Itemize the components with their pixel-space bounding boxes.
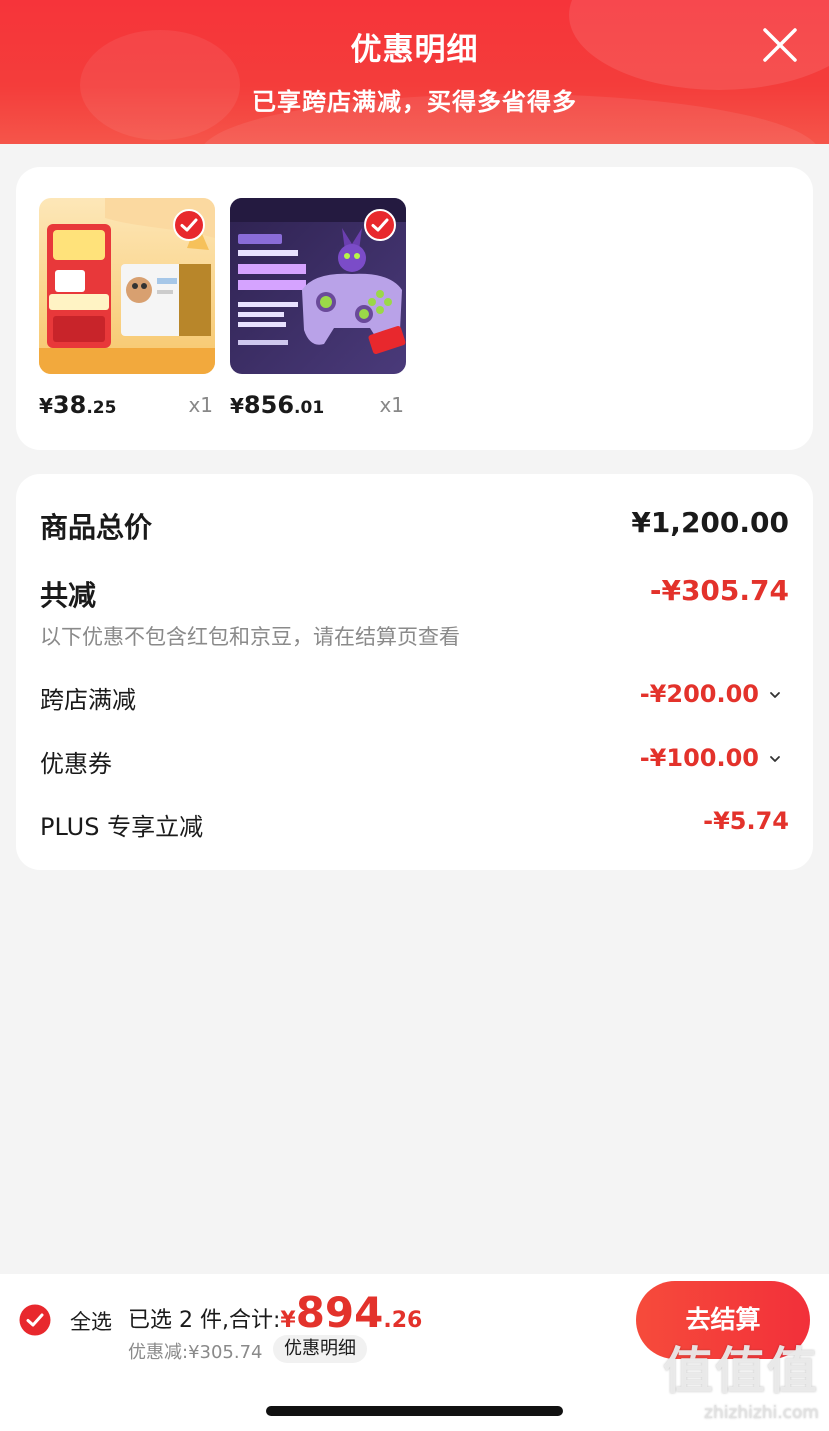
discount-value: -¥200.00 (639, 680, 759, 708)
price-symbol: ¥ (39, 394, 53, 418)
watermark-url: zhizhizhi.com (704, 1403, 819, 1423)
goods-total-value: ¥1,200.00 (631, 506, 789, 539)
discount-value: -¥5.74 (703, 807, 789, 835)
discount-label: PLUS 专享立减 (40, 813, 204, 841)
order-total: 已选 2 件,合计:¥894.26 (128, 1288, 422, 1337)
watermark-logo: 值值值 (663, 1342, 819, 1400)
price-integer: 38 (52, 391, 87, 419)
discount-details-card: 商品总价 ¥1,200.00 共减 -¥305.74 以下优惠不包含红包和京豆，… (16, 474, 813, 870)
product-item[interactable]: ¥856.01 x1 (230, 198, 406, 419)
product-quantity: x1 (379, 393, 404, 417)
discount-row-plus: PLUS 专享立减 -¥5.74 (40, 807, 789, 841)
watermark: 值值值 zhizhizhi.com (663, 1331, 819, 1423)
home-indicator[interactable] (266, 1406, 563, 1416)
page-subtitle: 已享跨店满减，买得多省得多 (252, 88, 577, 116)
discount-detail-button[interactable]: 优惠明细 (273, 1335, 367, 1363)
discount-note: 以下优惠不包含红包和京豆，请在结算页查看 (40, 625, 460, 649)
chevron-down-icon[interactable] (767, 687, 783, 703)
price-symbol: ¥ (230, 394, 244, 418)
total-integer: 894 (295, 1288, 384, 1337)
select-all-label[interactable]: 全选 (70, 1306, 112, 1336)
discount-label: 跨店满减 (40, 686, 136, 714)
price-decimal: .01 (294, 398, 325, 418)
page-title: 优惠明细 (350, 32, 479, 68)
product-price-row: ¥856.01 x1 (230, 391, 406, 421)
header-banner: 优惠明细 已享跨店满减，买得多省得多 (0, 0, 829, 144)
check-icon[interactable] (173, 209, 205, 241)
selected-count-text: 已选 2 件,合计: (128, 1308, 281, 1333)
discount-label: 优惠券 (40, 750, 112, 778)
discount-value-group[interactable]: -¥200.00 (640, 680, 783, 708)
products-card: ¥38.25 x1 ¥856.01 x1 (16, 167, 813, 450)
goods-total-label: 商品总价 (40, 511, 153, 544)
discount-summary: 优惠减:¥305.74 (128, 1342, 263, 1363)
goods-total-row: 商品总价 ¥1,200.00 (40, 506, 789, 546)
product-item[interactable]: ¥38.25 x1 (39, 198, 215, 419)
close-icon[interactable] (761, 26, 799, 64)
discount-value-group[interactable]: -¥100.00 (640, 744, 783, 772)
total-reduction-label: 共减 (40, 579, 97, 612)
select-all-check-icon[interactable] (19, 1304, 51, 1336)
product-price-row: ¥38.25 x1 (39, 391, 215, 421)
discount-row-cross-store[interactable]: 跨店满减 -¥200.00 (40, 680, 789, 714)
discount-value: -¥100.00 (639, 744, 759, 772)
discount-row-coupon[interactable]: 优惠券 -¥100.00 (40, 744, 789, 778)
total-symbol: ¥ (280, 1308, 296, 1333)
price-decimal: .25 (86, 398, 117, 418)
product-thumbnail[interactable] (39, 198, 215, 374)
price-integer: 856 (243, 391, 295, 419)
total-reduction-row: 共减 -¥305.74 (40, 574, 789, 614)
total-reduction-value: -¥305.74 (649, 574, 789, 607)
product-thumbnail[interactable] (230, 198, 406, 374)
total-decimal: .26 (383, 1308, 423, 1333)
product-quantity: x1 (188, 393, 213, 417)
check-icon[interactable] (364, 209, 396, 241)
chevron-down-icon[interactable] (767, 751, 783, 767)
